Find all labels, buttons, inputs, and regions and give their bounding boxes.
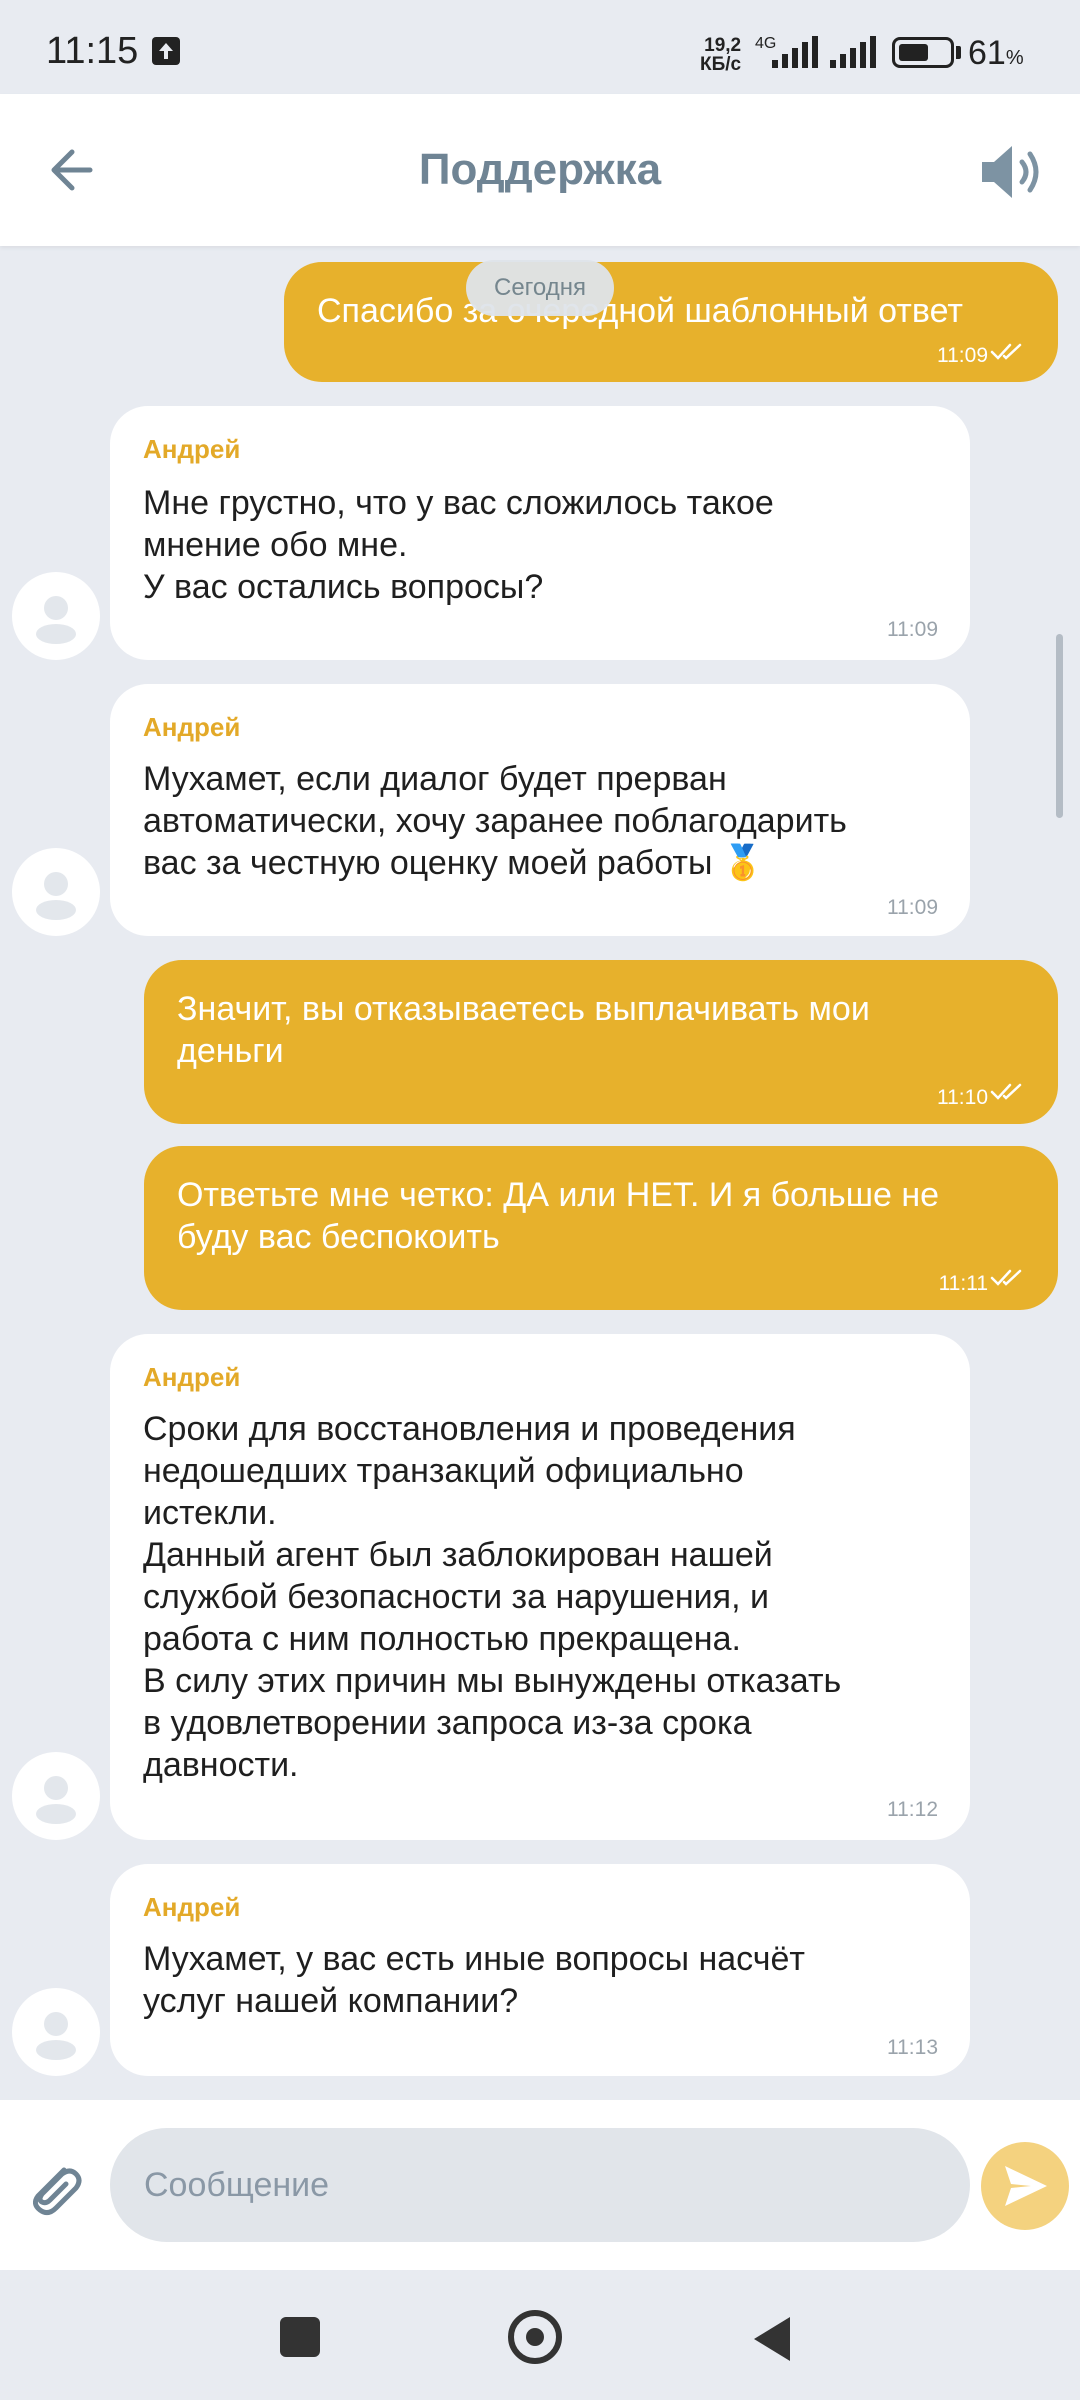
home-icon-dot [526, 2328, 544, 2346]
avatar [12, 572, 100, 660]
speaker-icon [982, 146, 1039, 198]
message-composer [0, 2100, 1080, 2270]
app-screen: 11:15 19,2 КБ/с 4G 61% Поддержка Спасибо… [0, 0, 1080, 2400]
page-title: Поддержка [418, 145, 662, 194]
avatar-icon [36, 1776, 76, 1824]
outgoing-message[interactable]: Значит, вы отказываетесь выплачивать мои… [144, 960, 1058, 1124]
upload-icon [152, 37, 180, 65]
message-author: Андрей [143, 1362, 241, 1392]
message-author: Андрей [143, 434, 241, 464]
nav-back-icon[interactable] [750, 2315, 794, 2368]
message-time: 11:10 [937, 1086, 988, 1109]
incoming-message[interactable]: Андрей Мухамет, если диалог будет прерва… [110, 684, 970, 936]
avatar-icon [36, 872, 76, 920]
message-author: Андрей [143, 712, 241, 742]
avatar-icon [36, 596, 76, 644]
attach-button[interactable] [20, 2154, 86, 2220]
message-text: Спасибо за очередной шаблонный ответ [317, 292, 963, 330]
network-speed: 19,2 КБ/с [700, 36, 741, 74]
read-ticks-icon [990, 343, 1022, 360]
send-icon [1005, 2166, 1047, 2206]
read-ticks-icon [990, 1083, 1022, 1100]
outgoing-message[interactable]: Ответьте мне четко: ДА или НЕТ. И я боль… [144, 1146, 1058, 1310]
battery-tip [956, 46, 961, 59]
avatar-icon [36, 2012, 76, 2060]
network-speed-unit: КБ/с [700, 54, 742, 75]
message-author: Андрей [143, 1892, 241, 1922]
status-time: 11:15 [46, 30, 139, 72]
incoming-message[interactable]: Андрей Сроки для восстановления и провед… [110, 1334, 970, 1840]
signal-icon [828, 36, 882, 75]
message-text: Мне грустно, что у вас сложилось такое м… [143, 484, 774, 606]
sound-button[interactable] [978, 142, 1044, 202]
scrollbar-thumb[interactable] [1056, 634, 1063, 818]
status-bar: 11:15 19,2 КБ/с 4G 61% [0, 0, 1080, 94]
recent-apps-icon[interactable] [280, 2317, 320, 2357]
message-text: Сроки для восстановления и проведения не… [143, 1410, 842, 1784]
avatar [12, 1988, 100, 2076]
battery-percent-unit: % [1005, 47, 1024, 69]
message-time: 11:13 [887, 2036, 938, 2059]
send-button[interactable] [981, 2142, 1069, 2230]
battery-level-fill [899, 44, 928, 61]
message-input[interactable] [110, 2128, 970, 2242]
message-text: Мухамет, у вас есть иные вопросы насчёт … [143, 1940, 805, 2020]
read-ticks-icon [990, 1269, 1022, 1286]
avatar [12, 848, 100, 936]
message-time: 11:09 [887, 896, 938, 919]
message-time: 11:09 [937, 344, 988, 367]
back-button[interactable] [42, 138, 106, 202]
message-time: 11:11 [938, 1272, 988, 1295]
back-arrow-icon [51, 149, 93, 191]
incoming-message[interactable]: Андрей Мне грустно, что у вас сложилось … [110, 406, 970, 660]
message-text: Значит, вы отказываетесь выплачивать мои… [177, 990, 870, 1070]
network-speed-value: 19,2 [704, 35, 742, 56]
outgoing-message[interactable]: Спасибо за очередной шаблонный ответ 11:… [284, 262, 1058, 382]
signal-icon [760, 36, 820, 75]
battery-percent: 61% [968, 34, 1024, 73]
battery-icon [892, 37, 954, 68]
system-nav-bar [0, 2270, 1080, 2400]
paperclip-icon [32, 2167, 82, 2216]
chat-header: Поддержка [0, 94, 1080, 246]
avatar [12, 1752, 100, 1840]
incoming-message[interactable]: Андрей Мухамет, у вас есть иные вопросы … [110, 1864, 970, 2076]
message-text: Мухамет, если диалог будет прерван автом… [143, 760, 847, 882]
message-time: 11:12 [887, 1798, 938, 1821]
home-icon[interactable] [508, 2310, 562, 2364]
battery-percent-value: 61 [968, 34, 1006, 72]
date-divider: Сегодня [466, 260, 614, 316]
chat-message-list[interactable]: Спасибо за очередной шаблонный ответ 11:… [0, 246, 1080, 2100]
message-time: 11:09 [887, 618, 938, 641]
message-text: Ответьте мне четко: ДА или НЕТ. И я боль… [177, 1176, 940, 1256]
